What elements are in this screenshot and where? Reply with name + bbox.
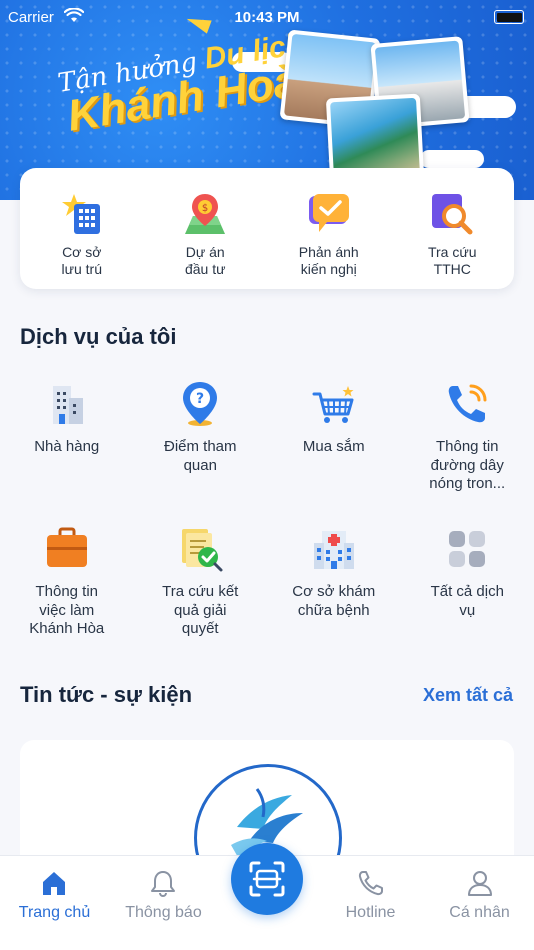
service-jobs[interactable]: Thông tin việc làm Khánh Hòa [0,517,134,662]
tab-label: Trang chủ [18,904,91,921]
shopping-cart-icon [310,380,358,428]
service-label: Tất cả dịch vụ [430,583,504,619]
tab-label: Hotline [345,904,396,921]
tab-home[interactable]: Trang chủ [0,856,109,950]
document-check-icon [176,525,224,573]
quick-action-label: Dự án đầu tư [184,244,226,277]
restaurant-building-icon [43,380,91,428]
hospital-icon [310,525,358,573]
service-shopping[interactable]: Mua sắm [267,372,401,517]
services-title: Dịch vụ của tôi [20,324,177,349]
phone-icon [356,868,386,898]
service-all[interactable]: Tất cả dịch vụ [401,517,534,662]
user-icon [465,868,495,898]
service-results-lookup[interactable]: Tra cứu kết quả giải quyết [134,517,268,662]
services-grid: Nhà hàng ? Điểm tham quan Mua sắm Thông … [0,372,534,662]
briefcase-icon [43,525,91,573]
scan-qr-icon [249,861,285,897]
service-restaurant[interactable]: Nhà hàng [0,372,134,517]
location-help-icon: ? [176,380,224,428]
service-label: Thông tin việc làm Khánh Hòa [29,583,105,637]
tab-notifications[interactable]: Thông báo [109,856,218,950]
battery-icon [494,10,524,24]
bell-icon [148,868,178,898]
service-label: Cơ sở khám chữa bệnh [292,583,376,619]
phone-hotline-icon [443,380,491,428]
service-label: Mua sắm [302,438,365,455]
see-all-link[interactable]: Xem tất cả [423,685,513,706]
svg-text:$: $ [202,203,208,214]
tab-label: Thông báo [125,904,202,921]
service-attractions[interactable]: ? Điểm tham quan [134,372,268,517]
service-hotline[interactable]: Thông tin đường dây nóng tron... [401,372,534,517]
search-document-icon [428,190,476,238]
quick-action-feedback[interactable]: Phản ánh kiến nghị [267,168,391,289]
tab-hotline[interactable]: Hotline [316,856,425,950]
quick-action-lookup[interactable]: Tra cứu TTHC [391,168,515,289]
quick-action-label: Phản ánh kiến nghị [298,244,359,277]
clock: 10:43 PM [234,9,300,26]
quick-actions-card: Cơ sở lưu trú $ Dự án đầu tư Phản ánh ki… [20,168,514,289]
quick-action-accommodation[interactable]: Cơ sở lưu trú [20,168,144,289]
news-title: Tin tức - sự kiện [20,682,193,707]
tab-label: Cá nhân [449,904,510,921]
cloud-decoration [420,150,484,168]
service-label: Thông tin đường dây nóng tron... [429,438,506,492]
feedback-chat-icon [305,190,353,238]
grid-apps-icon [443,525,491,573]
map-pin-investment-icon: $ [181,190,229,238]
svg-text:?: ? [196,391,204,407]
status-bar: Carrier 10:43 PM [0,0,534,34]
quick-action-label: Tra cứu TTHC [427,244,477,277]
home-icon [39,868,69,898]
quick-action-investment[interactable]: $ Dự án đầu tư [144,168,268,289]
scan-button[interactable] [231,843,303,915]
tab-profile[interactable]: Cá nhân [425,856,534,950]
service-clinics[interactable]: Cơ sở khám chữa bệnh [267,517,401,662]
service-label: Điểm tham quan [163,438,237,474]
hotel-building-icon [58,190,106,238]
quick-action-label: Cơ sở lưu trú [61,244,103,277]
service-label: Nhà hàng [34,438,100,455]
service-label: Tra cứu kết quả giải quyết [162,583,239,637]
